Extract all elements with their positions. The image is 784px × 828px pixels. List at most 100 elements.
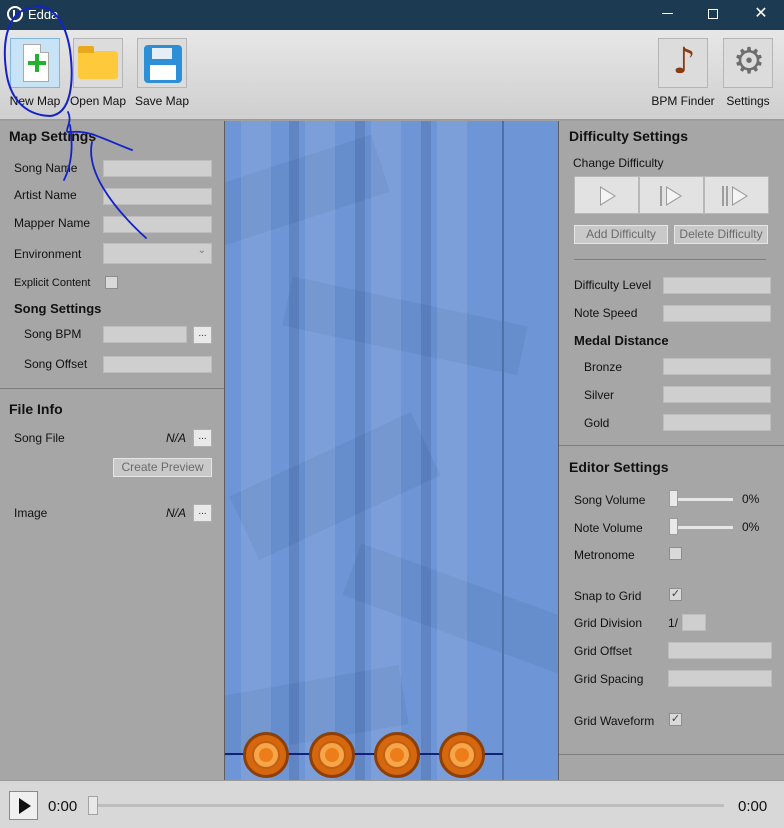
play-button[interactable] bbox=[9, 791, 38, 820]
metronome-checkbox[interactable] bbox=[669, 547, 682, 560]
silver-label: Silver bbox=[584, 388, 615, 402]
seek-track[interactable] bbox=[92, 804, 724, 807]
song-bpm-more-button[interactable]: ... bbox=[193, 326, 212, 344]
chevron-down-icon: ⌄ bbox=[197, 245, 206, 256]
mapper-name-input[interactable] bbox=[103, 216, 212, 233]
title-bar: Edda ✕ bbox=[0, 0, 784, 30]
play-arrow-icon bbox=[666, 186, 682, 206]
note-speed-label: Note Speed bbox=[574, 306, 638, 320]
song-settings-title: Song Settings bbox=[14, 301, 102, 316]
add-difficulty-button[interactable]: Add Difficulty bbox=[574, 225, 668, 244]
silver-input[interactable] bbox=[663, 386, 771, 403]
bpm-finder-button[interactable]: ♪ BPM Finder bbox=[650, 38, 716, 108]
difficulty-level-input[interactable] bbox=[663, 277, 771, 294]
new-map-button[interactable]: New Map bbox=[2, 38, 68, 108]
song-volume-slider[interactable] bbox=[669, 490, 678, 507]
maximize-button[interactable] bbox=[690, 0, 736, 30]
lane-highlight bbox=[241, 121, 271, 780]
environment-select[interactable]: ⌄ bbox=[103, 243, 212, 264]
save-icon bbox=[137, 38, 187, 88]
gold-label: Gold bbox=[584, 416, 610, 430]
song-volume-label: Song Volume bbox=[574, 493, 646, 507]
difficulty-settings-title: Difficulty Settings bbox=[569, 128, 689, 144]
gear-icon: ⚙ bbox=[723, 38, 773, 88]
song-bpm-input[interactable] bbox=[103, 326, 187, 343]
explicit-content-label: Explicit Content bbox=[14, 277, 91, 289]
metronome-label: Metronome bbox=[574, 548, 635, 562]
artist-name-input[interactable] bbox=[103, 188, 212, 205]
note-volume-value: 0% bbox=[742, 520, 760, 534]
note-marker[interactable] bbox=[439, 732, 485, 778]
current-time: 0:00 bbox=[48, 798, 78, 815]
grid-offset-label: Grid Offset bbox=[574, 644, 632, 658]
song-file-value: N/A bbox=[166, 431, 187, 445]
section-divider bbox=[574, 259, 766, 260]
open-map-button[interactable]: Open Map bbox=[65, 38, 131, 108]
note-volume-track[interactable] bbox=[671, 526, 733, 529]
song-offset-label: Song Offset bbox=[24, 357, 88, 371]
folder-icon bbox=[73, 38, 123, 88]
save-map-label: Save Map bbox=[134, 94, 190, 108]
file-info-title: File Info bbox=[9, 401, 63, 417]
song-bpm-label: Song BPM bbox=[24, 327, 82, 341]
gold-input[interactable] bbox=[663, 414, 771, 431]
difficulty-1-button[interactable] bbox=[574, 176, 639, 214]
song-name-input[interactable] bbox=[103, 160, 212, 177]
save-map-button[interactable]: Save Map bbox=[129, 38, 195, 108]
lane-highlight bbox=[437, 121, 467, 780]
image-label: Image bbox=[14, 506, 48, 520]
lane-highlight bbox=[371, 121, 401, 780]
grid-offset-input[interactable] bbox=[668, 642, 772, 659]
song-name-label: Song Name bbox=[14, 161, 78, 175]
note-marker[interactable] bbox=[243, 732, 289, 778]
difficulty-3-button[interactable] bbox=[704, 176, 769, 214]
snap-to-grid-checkbox[interactable]: ✓ bbox=[669, 588, 682, 601]
image-browse-button[interactable]: ... bbox=[193, 504, 212, 522]
delete-difficulty-button[interactable]: Delete Difficulty bbox=[674, 225, 768, 244]
section-divider bbox=[559, 445, 784, 446]
song-file-browse-button[interactable]: ... bbox=[193, 429, 212, 447]
environment-label: Environment bbox=[14, 247, 82, 261]
bpm-finder-label: BPM Finder bbox=[651, 94, 715, 108]
map-settings-title: Map Settings bbox=[9, 128, 97, 144]
grid-division-label: Grid Division bbox=[574, 616, 643, 630]
artist-name-label: Artist Name bbox=[14, 188, 77, 202]
editor-settings-title: Editor Settings bbox=[569, 459, 669, 475]
grid-division-input[interactable] bbox=[682, 614, 706, 631]
change-difficulty-label: Change Difficulty bbox=[573, 156, 664, 170]
grid-waveform-checkbox[interactable]: ✓ bbox=[669, 713, 682, 726]
difficulty-2-button[interactable] bbox=[639, 176, 704, 214]
song-file-label: Song File bbox=[14, 431, 65, 445]
note-marker[interactable] bbox=[309, 732, 355, 778]
settings-button[interactable]: ⚙ Settings bbox=[715, 38, 781, 108]
minimize-button[interactable] bbox=[644, 0, 690, 30]
bronze-input[interactable] bbox=[663, 358, 771, 375]
note-volume-slider[interactable] bbox=[669, 518, 678, 535]
create-preview-button[interactable]: Create Preview bbox=[113, 458, 212, 477]
left-panel: Map Settings Song Name Artist Name Mappe… bbox=[0, 121, 224, 780]
song-offset-input[interactable] bbox=[103, 356, 212, 373]
new-map-label: New Map bbox=[9, 94, 61, 108]
window-title: Edda bbox=[28, 7, 59, 22]
music-note-icon: ♪ bbox=[658, 38, 708, 88]
note-speed-input[interactable] bbox=[663, 305, 771, 322]
seek-slider[interactable] bbox=[88, 796, 98, 815]
toolbar: New Map Open Map Save Map ♪ BPM Finder ⚙… bbox=[0, 30, 784, 120]
total-time: 0:00 bbox=[738, 798, 768, 815]
section-divider bbox=[0, 388, 224, 389]
song-volume-value: 0% bbox=[742, 492, 760, 506]
play-arrow-icon bbox=[732, 186, 748, 206]
play-arrow-icon bbox=[600, 186, 616, 206]
close-button[interactable]: ✕ bbox=[738, 0, 784, 30]
grid-waveform-label: Grid Waveform bbox=[574, 714, 655, 728]
editor-boundary-line bbox=[502, 121, 504, 780]
song-volume-track[interactable] bbox=[671, 498, 733, 501]
map-editor-canvas[interactable] bbox=[224, 121, 559, 780]
note-marker[interactable] bbox=[374, 732, 420, 778]
grid-spacing-label: Grid Spacing bbox=[574, 672, 644, 686]
section-divider bbox=[559, 754, 784, 755]
explicit-content-checkbox[interactable] bbox=[105, 276, 118, 289]
right-panel: Difficulty Settings Change Difficulty Ad… bbox=[559, 121, 784, 780]
grid-spacing-input[interactable] bbox=[668, 670, 772, 687]
bronze-label: Bronze bbox=[584, 360, 623, 374]
